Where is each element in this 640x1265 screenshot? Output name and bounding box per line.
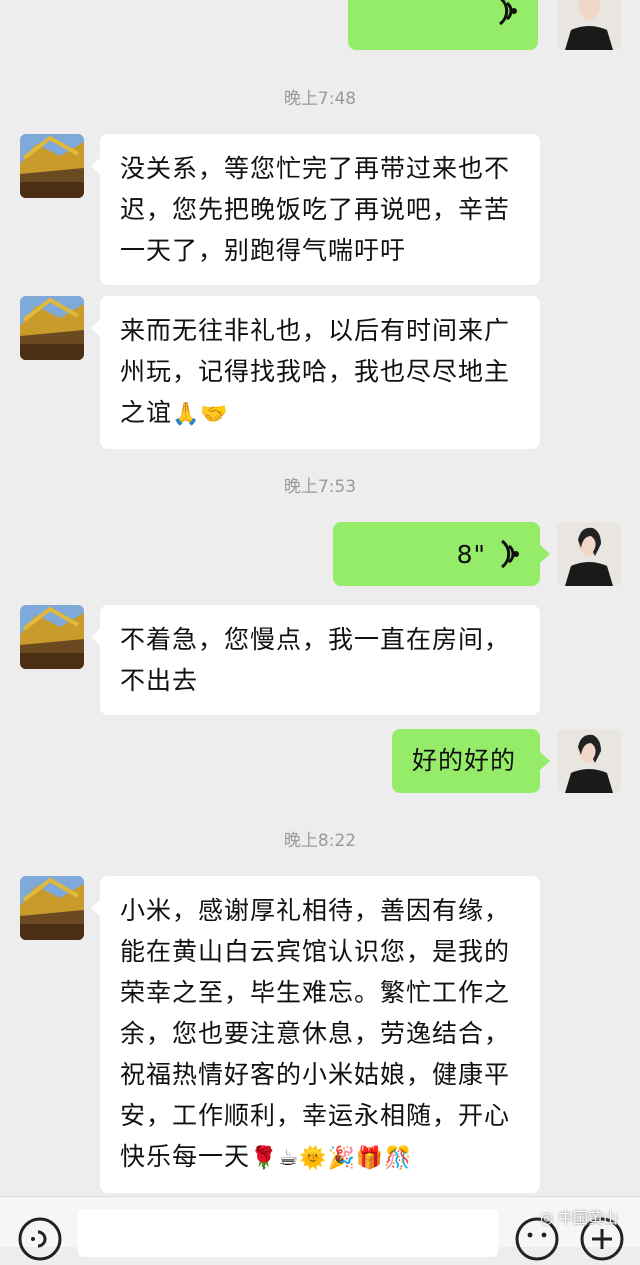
watermark-text: 中国黄山 — [557, 1209, 618, 1227]
contact-avatar[interactable] — [20, 134, 84, 198]
contact-avatar[interactable] — [20, 876, 84, 940]
timestamp: 晚上7:48 — [283, 89, 357, 109]
message-text: 好的好的 — [412, 746, 517, 775]
timestamp: 晚上7:53 — [283, 477, 357, 497]
voice-bubble-partial[interactable] — [348, 0, 538, 50]
voice-input-icon[interactable] — [18, 1217, 62, 1265]
message-bubble-mine[interactable]: 好的好的 — [392, 729, 540, 793]
message-bubble[interactable]: 来而无往非礼也，以后有时间来广州玩，记得找我哈，我也尽尽地主之谊🙏🤝 — [100, 296, 540, 449]
contact-avatar[interactable] — [20, 605, 84, 669]
emoji-sequence: 🌹☕🌞🎉🎁🎊 — [250, 1146, 413, 1171]
message-text: 小米，感谢厚礼相待，善因有缘，能在黄山白云宾馆认识您，是我的荣幸之至，毕生难忘。… — [120, 896, 511, 1171]
voice-wave-icon — [492, 0, 518, 38]
my-avatar[interactable] — [557, 522, 621, 586]
message-bubble[interactable]: 不着急，您慢点，我一直在房间，不出去 — [100, 605, 540, 715]
voice-wave-icon — [494, 539, 520, 581]
my-avatar[interactable] — [557, 729, 621, 793]
message-bubble[interactable]: 没关系，等您忙完了再带过来也不迟，您先把晚饭吃了再说吧，辛苦一天了，别跑得气喘吁… — [100, 134, 540, 285]
voice-duration: 8" — [456, 540, 486, 569]
timestamp: 晚上8:22 — [283, 831, 357, 851]
wechat-logo-icon: ◎ — [540, 1209, 554, 1227]
message-input[interactable] — [78, 1209, 498, 1257]
message-text: 不着急，您慢点，我一直在房间，不出去 — [120, 625, 511, 695]
my-avatar[interactable] — [557, 0, 621, 50]
emoji-sequence: 🙏🤝 — [172, 402, 229, 427]
message-bubble[interactable]: 小米，感谢厚礼相待，善因有缘，能在黄山白云宾馆认识您，是我的荣幸之至，毕生难忘。… — [100, 876, 540, 1193]
input-bar: ◎ 中国黄山 — [0, 1196, 640, 1261]
watermark: ◎ 中国黄山 — [540, 1207, 618, 1228]
contact-avatar[interactable] — [20, 296, 84, 360]
message-text: 没关系，等您忙完了再带过来也不迟，您先把晚饭吃了再说吧，辛苦一天了，别跑得气喘吁… — [120, 154, 511, 265]
chat-area[interactable]: 晚上7:48 没关系，等您忙完了再带过来也不迟，您先把晚饭吃了再说吧，辛苦一天了… — [0, 0, 640, 1196]
voice-message-bubble[interactable]: 8" — [333, 522, 540, 586]
